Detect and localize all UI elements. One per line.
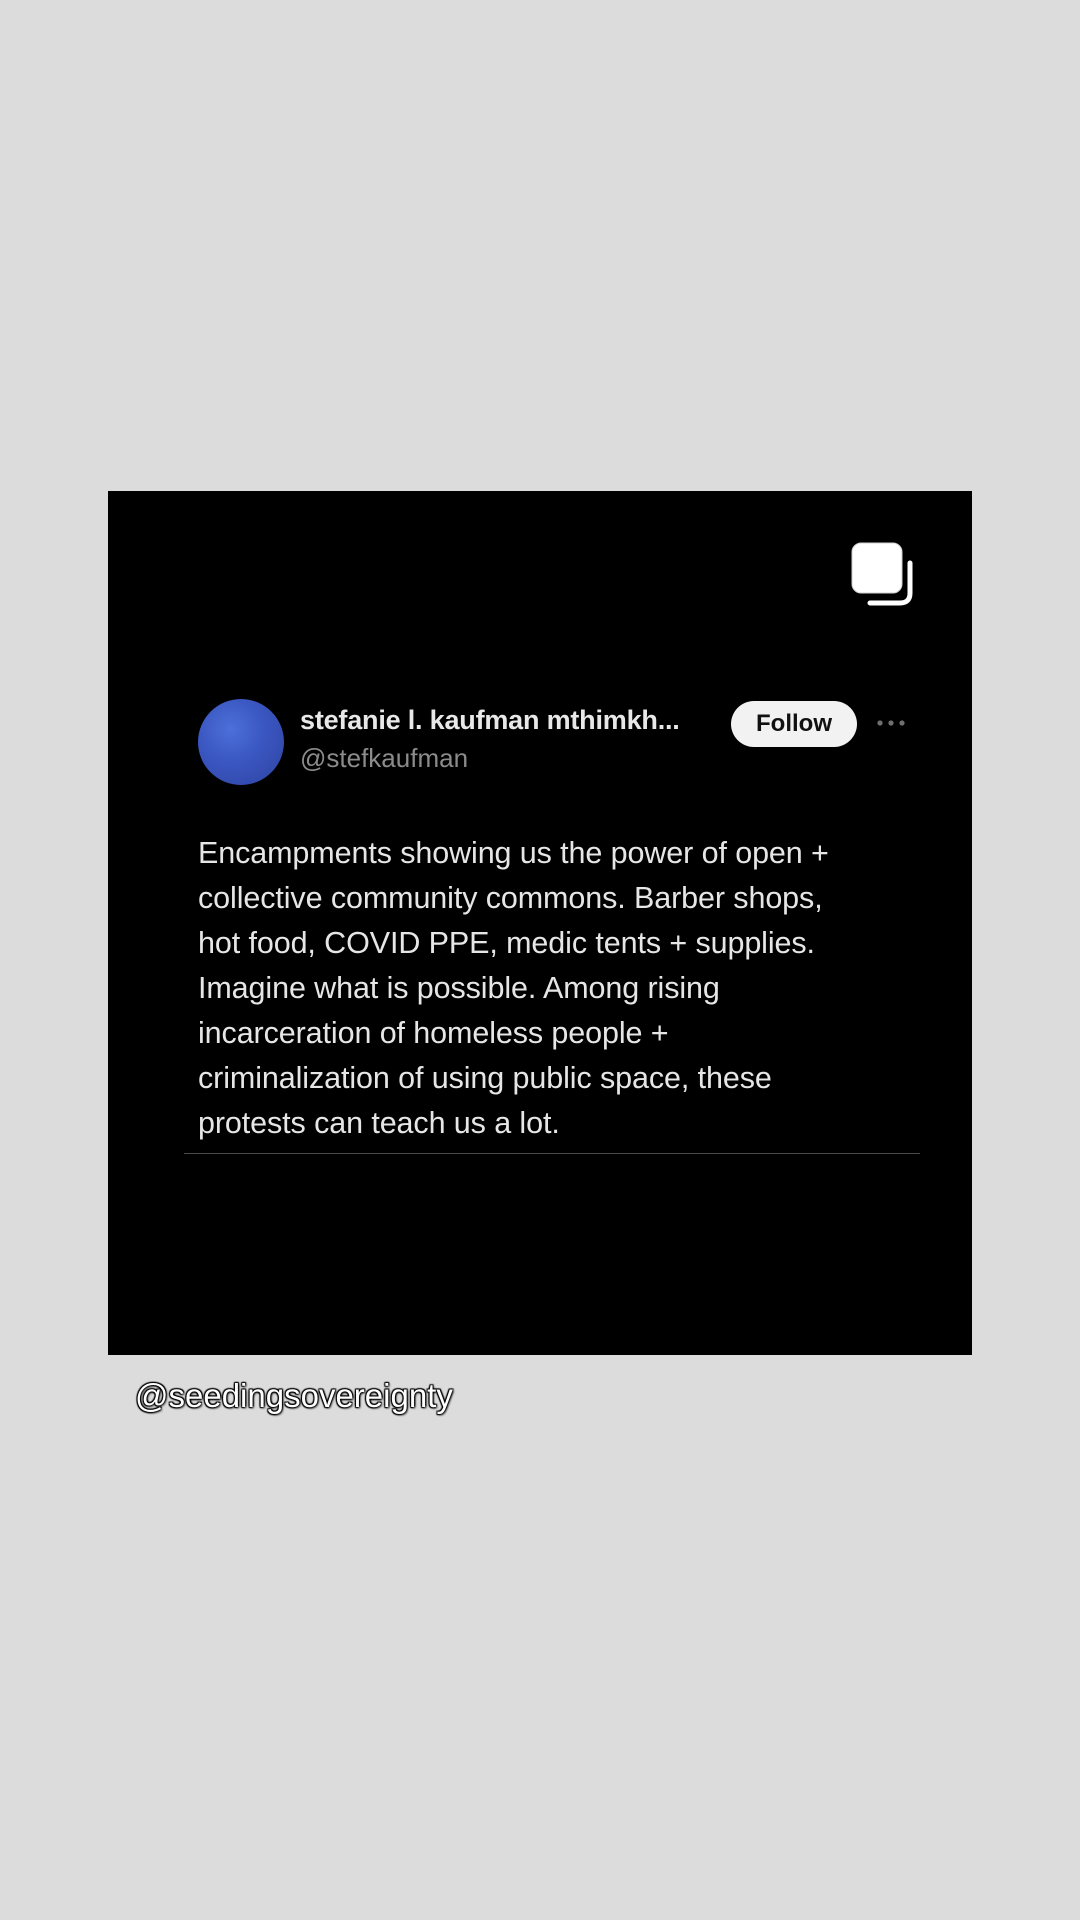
shared-post-card[interactable]: stefanie l. kaufman mthimkh... @stefkauf… (108, 491, 972, 1355)
avatar[interactable] (198, 699, 284, 785)
post-text-line: Encampments showing us the power of open… (198, 836, 829, 870)
author-display-name[interactable]: stefanie l. kaufman mthimkh... (300, 705, 680, 736)
post-text-line: incarceration of homeless people + (198, 1016, 669, 1050)
post-text-line: hot food, COVID PPE, medic tents + suppl… (198, 926, 815, 960)
post-text-line: protests can teach us a lot. (198, 1106, 560, 1140)
post-text-line: criminalization of using public space, t… (198, 1061, 772, 1095)
post-text-line: Imagine what is possible. Among rising (198, 971, 720, 1005)
divider (184, 1153, 920, 1154)
author-handle[interactable]: @stefkaufman (300, 743, 468, 774)
post-text-line: collective community commons. Barber sho… (198, 881, 823, 915)
story-screen: { "post": { "author": { "display_name": … (0, 0, 1080, 1920)
more-horizontal-icon[interactable] (874, 711, 908, 735)
post-text: Encampments showing us the power of open… (198, 831, 918, 1146)
follow-button[interactable]: Follow (731, 701, 857, 747)
multiple-images-icon[interactable] (850, 541, 918, 611)
mention-caption[interactable]: @seedingsovereignty (135, 1377, 453, 1415)
